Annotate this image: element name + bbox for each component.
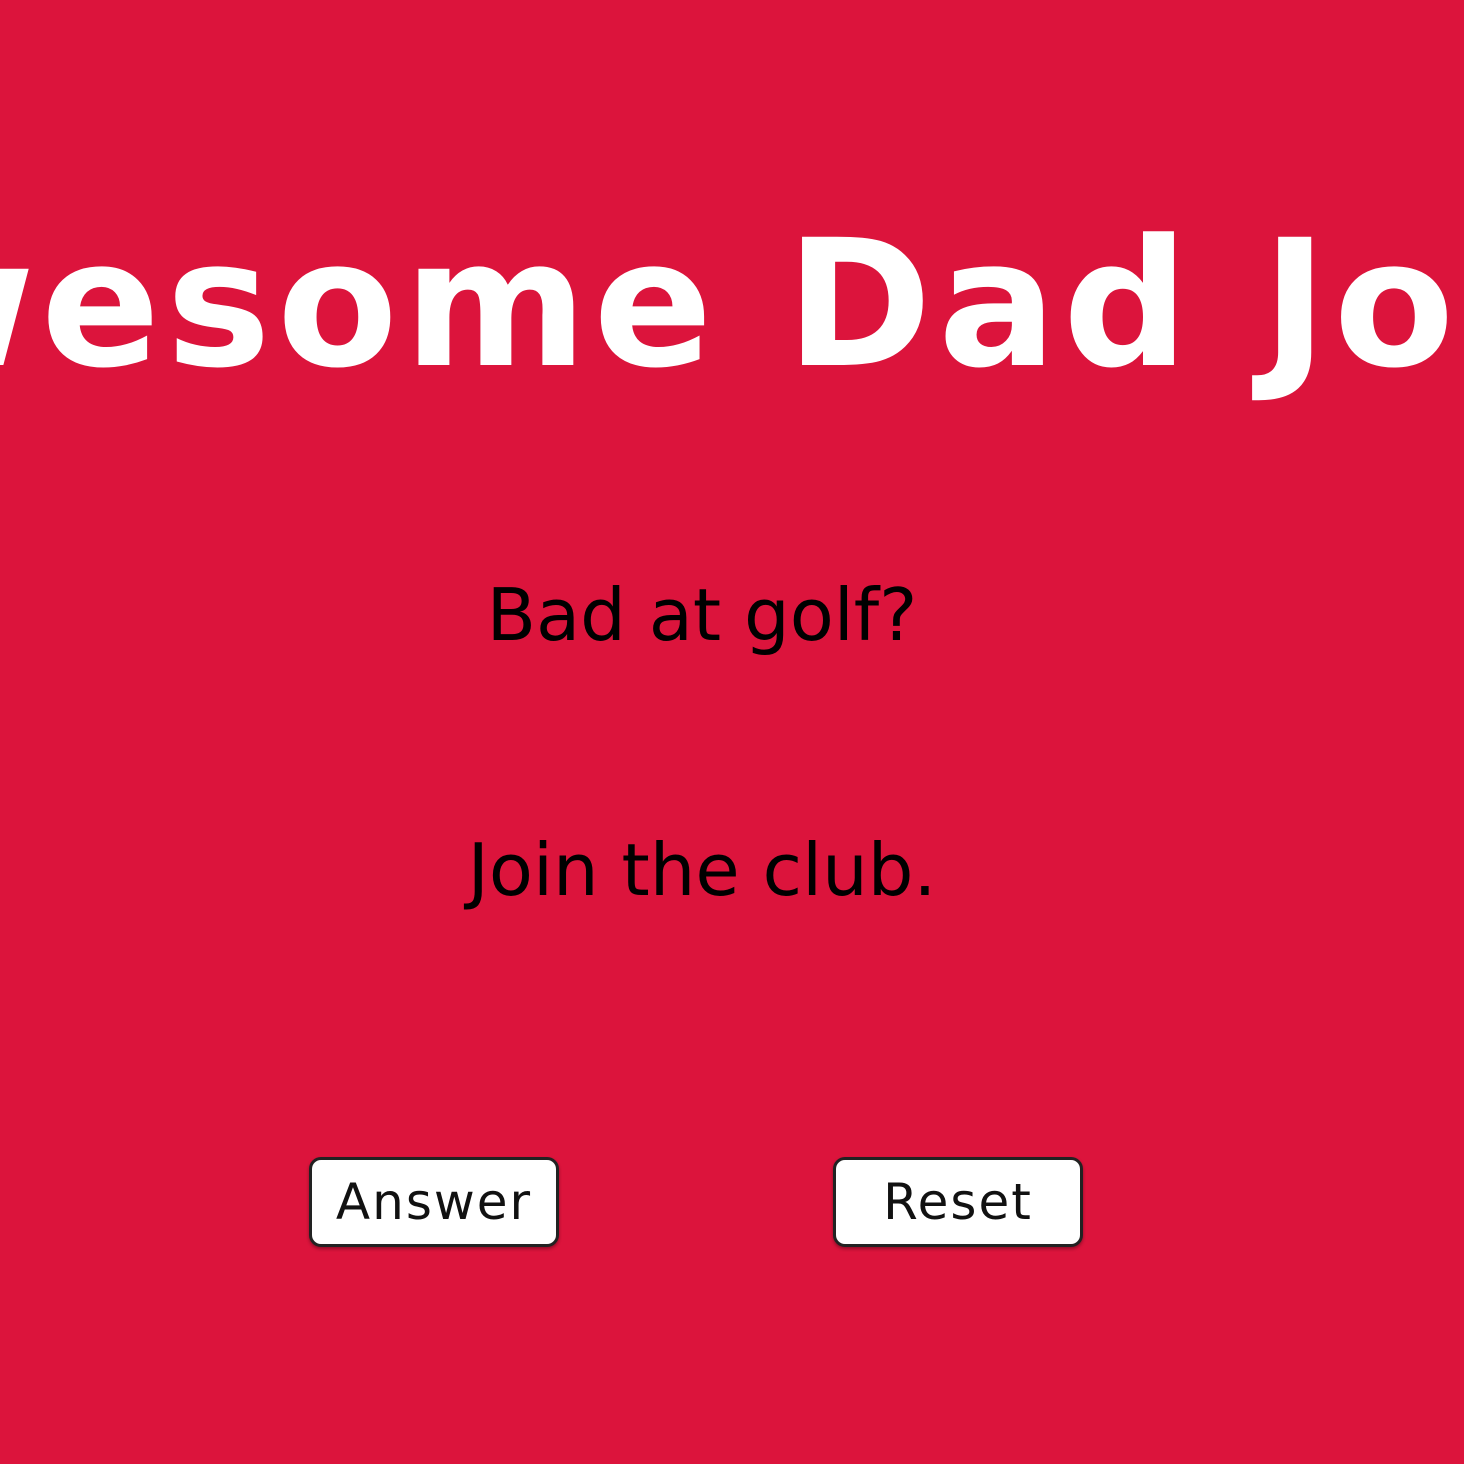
joke-question: Bad at golf? (486, 573, 918, 657)
answer-button[interactable]: Answer (309, 1157, 559, 1247)
reset-button[interactable]: Reset (833, 1157, 1083, 1247)
page-title: Awesome Dad Jokes (0, 202, 1464, 407)
joke-answer: Join the club. (467, 828, 937, 912)
title-container: Awesome Dad Jokes (0, 190, 1464, 420)
dad-jokes-page: Awesome Dad Jokes Bad at golf? Join the … (0, 0, 1464, 1464)
